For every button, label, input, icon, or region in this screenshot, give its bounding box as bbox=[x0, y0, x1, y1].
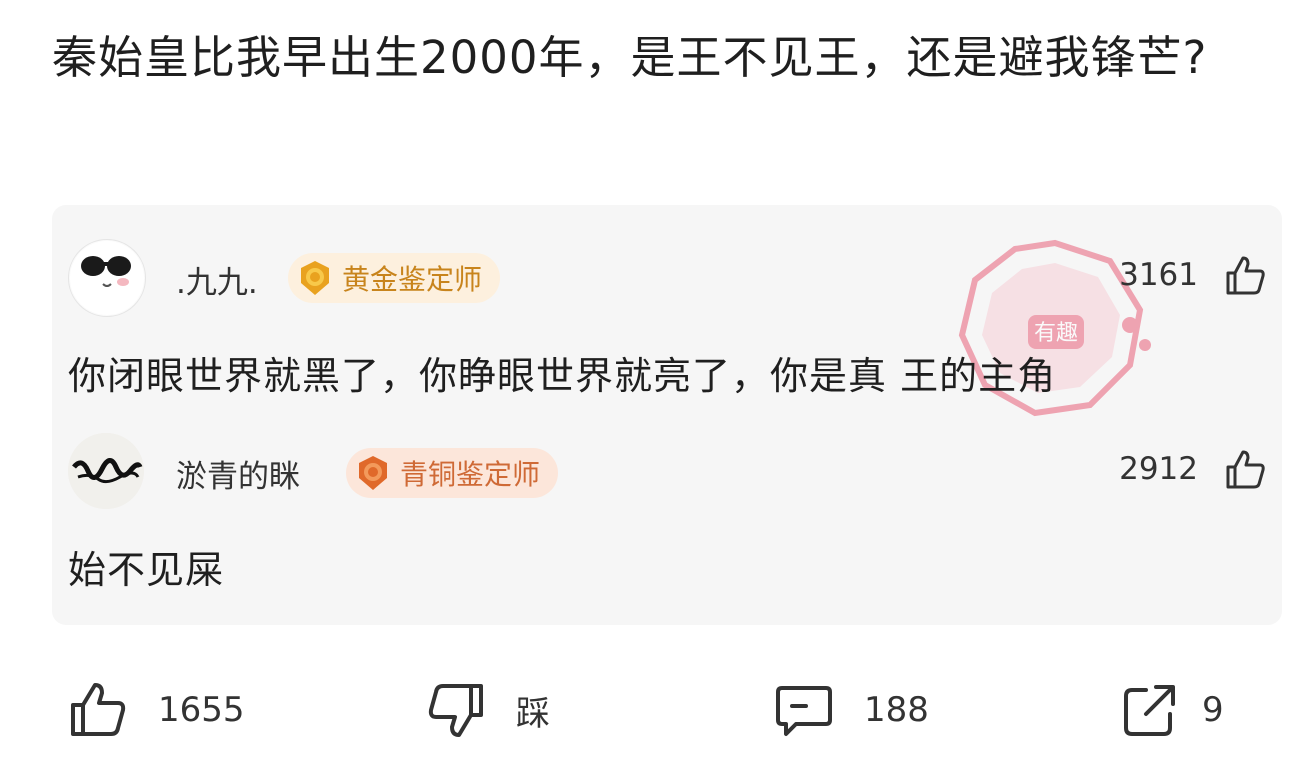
thumbs-up-icon[interactable] bbox=[1222, 253, 1268, 299]
comment-text: 你闭眼世界就黑了，你睁眼世界就亮了，你是真 王的主角 bbox=[68, 354, 1057, 398]
gold-medal-icon bbox=[301, 261, 329, 295]
comment-bubble-icon bbox=[776, 686, 832, 736]
handwriting-avatar-icon bbox=[68, 433, 144, 509]
avatar[interactable] bbox=[68, 239, 146, 317]
badge-label: 青铜鉴定师 bbox=[400, 458, 541, 491]
dislike-button[interactable]: 踩 bbox=[426, 680, 550, 740]
thumbs-down-icon bbox=[428, 684, 483, 737]
share-icon bbox=[1124, 685, 1175, 736]
user-badge: 黄金鉴定师 bbox=[288, 253, 501, 303]
comment-button[interactable]: 188 bbox=[774, 680, 929, 740]
like-count: 1655 bbox=[158, 690, 245, 730]
bronze-medal-icon bbox=[359, 456, 387, 490]
comment-like-count: 3161 bbox=[1119, 257, 1198, 293]
thumbs-up-icon bbox=[71, 683, 126, 736]
user-badge: 青铜鉴定师 bbox=[346, 448, 559, 498]
thumbs-up-icon[interactable] bbox=[1222, 447, 1268, 493]
dislike-label: 踩 bbox=[516, 693, 550, 734]
avatar[interactable] bbox=[68, 433, 144, 509]
action-bar: 1655 踩 188 9 bbox=[0, 660, 1290, 760]
sunglasses-face-icon bbox=[70, 241, 144, 315]
share-count: 9 bbox=[1202, 690, 1224, 730]
watermark-text: 有趣 bbox=[1034, 321, 1078, 346]
comments-section: 有趣 .九九. 黄金鉴定师 3161 你闭眼世界就黑了，你睁眼世界就亮了，你是真… bbox=[52, 205, 1282, 625]
badge-label: 黄金鉴定师 bbox=[342, 263, 483, 296]
comment-username[interactable]: .九九. bbox=[176, 257, 258, 302]
like-button[interactable]: 1655 bbox=[68, 680, 245, 740]
share-button[interactable]: 9 bbox=[1120, 680, 1224, 740]
post-title: 秦始皇比我早出生2000年，是王不见王，还是避我锋芒? bbox=[52, 31, 1208, 84]
comment-count: 188 bbox=[864, 690, 929, 730]
comment-username[interactable]: 淤青的眯 bbox=[176, 451, 300, 496]
comment-text: 始不见屎 bbox=[68, 548, 225, 592]
comment-like-count: 2912 bbox=[1119, 451, 1198, 487]
